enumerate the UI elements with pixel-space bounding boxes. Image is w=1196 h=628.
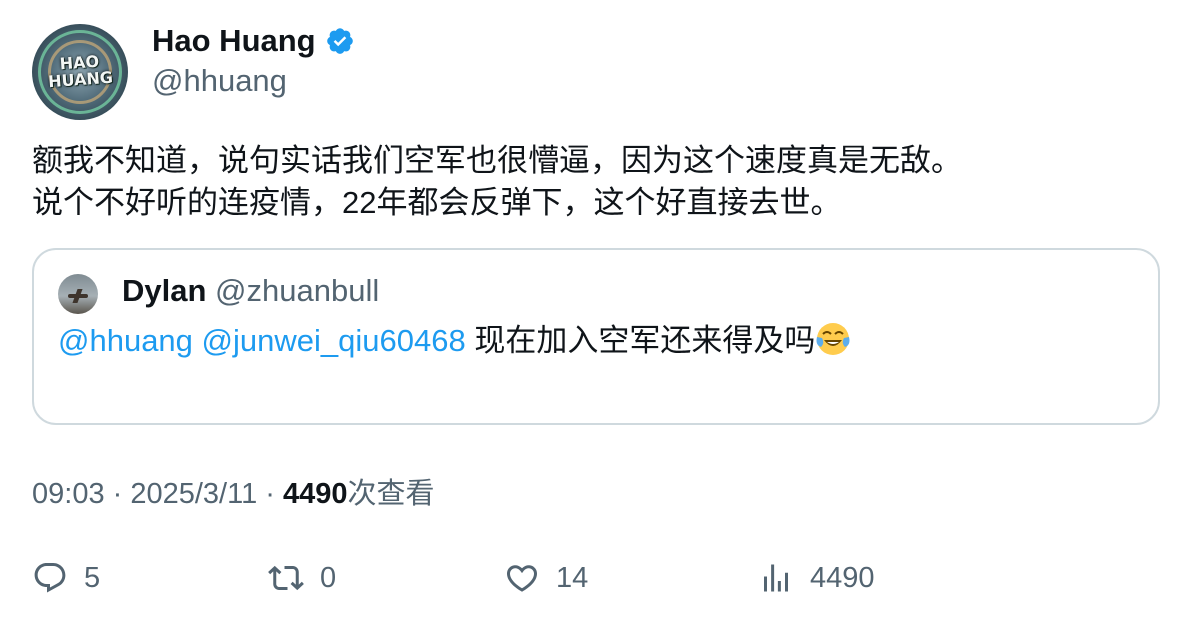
quoted-tweet-card[interactable]: Dylan @zhuanbull @hhuang @junwei_qiu6046… xyxy=(32,248,1160,425)
tweet-line: 说个不好听的连疫情，22年都会反弹下，这个好直接去世。 xyxy=(32,185,842,220)
mention-link[interactable]: @hhuang xyxy=(58,323,193,358)
quoted-author-handle: @zhuanbull xyxy=(215,273,380,308)
like-count: 14 xyxy=(556,561,589,594)
action-bar: 5 0 14 4490 xyxy=(0,560,1196,604)
views-button[interactable]: 4490 xyxy=(758,560,875,596)
retweet-button[interactable]: 0 xyxy=(268,560,336,596)
views-count: 4490 xyxy=(283,478,348,510)
verified-badge-icon xyxy=(326,28,353,54)
views-label: 次查看 xyxy=(347,478,435,510)
quoted-tweet-text: @hhuang @junwei_qiu60468 现在加入空军还来得及吗 xyxy=(58,320,851,362)
meta-separator: · xyxy=(257,478,284,510)
reply-count: 5 xyxy=(84,561,101,594)
tweet-meta: 09:03 · 2025/3/11 · 4490次查看 xyxy=(32,474,435,514)
avatar-logo-text: HAO HUANG xyxy=(47,51,114,92)
tweet-time[interactable]: 09:03 xyxy=(32,478,105,510)
author-handle[interactable]: @hhuang xyxy=(152,62,287,100)
face-with-tears-of-joy-icon xyxy=(816,323,850,355)
views-action-count: 4490 xyxy=(810,561,875,594)
quoted-author-row: Dylan @zhuanbull xyxy=(122,272,379,310)
heart-icon xyxy=(506,565,538,592)
tweet-text: 额我不知道，说句实话我们空军也很懵逼，因为这个速度真是无敌。 说个不好听的连疫情… xyxy=(32,140,1162,224)
mention-link[interactable]: @junwei_qiu60468 xyxy=(202,323,466,358)
meta-separator: · xyxy=(104,478,131,510)
author-name[interactable]: Hao Huang xyxy=(152,22,316,60)
retweet-icon xyxy=(268,565,304,591)
analytics-icon xyxy=(764,564,788,592)
tweet-line: 额我不知道，说句实话我们空军也很懵逼，因为这个速度真是无敌。 xyxy=(32,143,962,178)
author-avatar[interactable]: HAO HUANG xyxy=(32,24,128,120)
tweet-date[interactable]: 2025/3/11 xyxy=(130,478,257,510)
quoted-author-name: Dylan xyxy=(122,273,207,308)
reply-icon xyxy=(34,563,66,593)
quoted-text-body: 现在加入空军还来得及吗 xyxy=(465,323,816,358)
author-name-row[interactable]: Hao Huang xyxy=(152,22,355,60)
quoted-author-avatar xyxy=(58,274,98,314)
reply-button[interactable]: 5 xyxy=(32,560,100,596)
like-button[interactable]: 14 xyxy=(504,560,588,596)
retweet-count: 0 xyxy=(320,561,337,594)
